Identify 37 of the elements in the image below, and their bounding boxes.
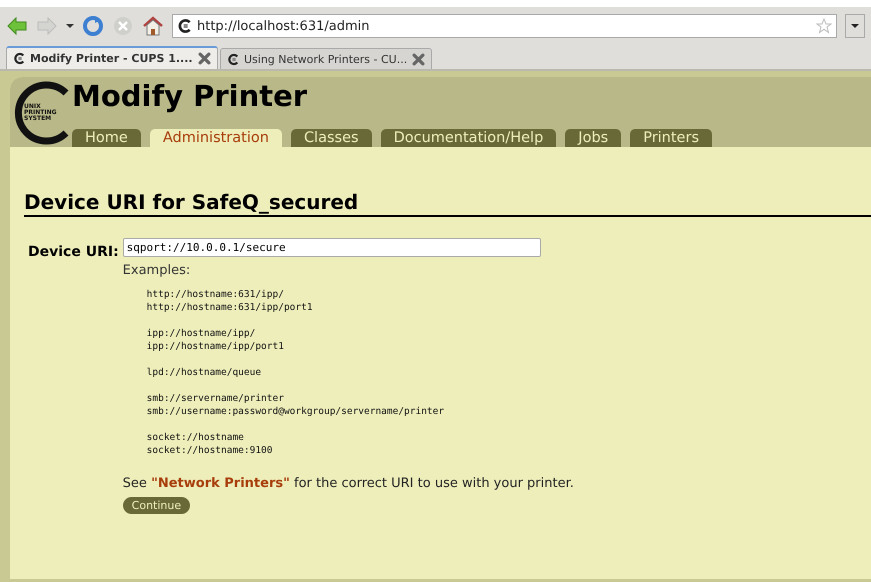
reload-icon[interactable] xyxy=(82,15,104,37)
example-uri: socket://hostname xyxy=(146,431,245,444)
close-icon[interactable] xyxy=(198,52,211,65)
nav-tab[interactable]: Jobs xyxy=(565,129,622,147)
network-printers-link[interactable]: "Network Printers" xyxy=(151,476,290,491)
page-title: Modify Printer xyxy=(72,79,308,113)
help-sentence: See "Network Printers" for the correct URI to use with your printer. xyxy=(122,476,574,491)
dropdown-icon[interactable] xyxy=(66,23,74,29)
example-uri: smb://servername/printer xyxy=(146,392,285,405)
close-icon[interactable] xyxy=(412,52,425,66)
page-icon xyxy=(13,52,26,65)
example-uri: ipp://hostname/ipp/port1 xyxy=(146,340,285,353)
browser-tab[interactable]: Using Network Printers - CU... xyxy=(220,48,432,69)
example-uri: lpd://hostname/queue xyxy=(146,366,262,379)
section-heading: Device URI for SafeQ_secured xyxy=(24,190,871,217)
back-arrow-icon[interactable] xyxy=(6,15,28,37)
device-uri-field[interactable]: sqport://10.0.0.1/secure xyxy=(122,238,541,257)
nav-tab[interactable]: Documentation/Help xyxy=(380,129,556,147)
nav-tab[interactable]: Printers xyxy=(630,129,712,147)
continue-button[interactable]: Continue xyxy=(122,497,190,514)
page-icon xyxy=(227,52,240,66)
browser-tab[interactable]: Modify Printer - CUPS 1.... xyxy=(6,46,218,69)
examples-label: Examples: xyxy=(122,263,192,278)
home-icon[interactable] xyxy=(142,15,164,37)
example-uri: http://hostname:631/ipp/ xyxy=(146,288,285,301)
nav-tab[interactable]: Classes xyxy=(290,129,372,147)
address-bar[interactable]: http://localhost:631/admin xyxy=(172,14,837,38)
nav-tab[interactable]: Home xyxy=(72,129,141,147)
example-uri: socket://hostname:9100 xyxy=(146,444,274,457)
example-uri: http://hostname:631/ipp/port1 xyxy=(146,301,314,314)
dropdown-icon[interactable] xyxy=(851,23,859,29)
site-icon xyxy=(177,18,193,34)
star-icon[interactable] xyxy=(816,18,832,34)
example-uri: smb://username:password@workgroup/servername/printer xyxy=(146,405,446,418)
field-label: Device URI: xyxy=(28,244,119,262)
nav-tab[interactable]: Administration xyxy=(150,129,282,147)
example-uri: ipp://hostname/ipp/ xyxy=(146,327,256,340)
